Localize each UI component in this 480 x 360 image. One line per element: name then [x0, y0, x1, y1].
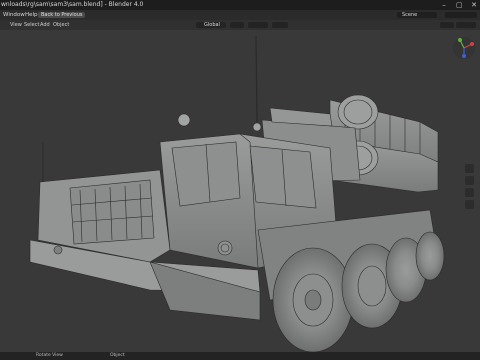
status-bar: Rotate View Object	[0, 352, 480, 360]
viewport-nav-buttons	[465, 164, 474, 209]
pivot-dropdown[interactable]	[230, 22, 244, 28]
camera-icon[interactable]	[465, 188, 474, 197]
close-button[interactable]: ✕	[471, 0, 477, 10]
scene-field: Scene	[402, 12, 418, 18]
viewport-gizmo-toggle[interactable]	[440, 22, 454, 28]
maximize-button[interactable]: ▢	[456, 0, 463, 10]
menu-add[interactable]: Add	[40, 20, 50, 30]
status-rotate-view: Rotate View	[36, 353, 63, 358]
view-layer-selector[interactable]	[445, 12, 477, 18]
menu-bar: Window Help Back to Previous Scene	[0, 10, 480, 20]
back-to-previous-button[interactable]: Back to Previous	[38, 12, 86, 18]
menu-object[interactable]: Object	[53, 20, 69, 30]
menu-window[interactable]: Window	[3, 10, 25, 20]
shading-mode-buttons[interactable]	[456, 22, 476, 28]
title-bar: wnloads\rg\sam\sam3\sam.blend] - Blender…	[0, 0, 480, 10]
pan-icon[interactable]	[465, 176, 474, 185]
scene-selector[interactable]: Scene	[397, 12, 437, 18]
menu-help[interactable]: Help	[25, 10, 38, 20]
menu-select[interactable]: Select	[24, 20, 39, 30]
status-object: Object	[110, 353, 125, 358]
snap-toggle[interactable]	[248, 22, 268, 28]
window-title: wnloads\rg\sam\sam3\sam.blend] - Blender…	[1, 1, 144, 8]
orientation-dropdown[interactable]: Global	[196, 22, 226, 28]
minimize-button[interactable]: –	[441, 0, 447, 10]
3d-viewport[interactable]	[0, 30, 480, 352]
truck-model	[29, 35, 445, 352]
orientation-label: Global	[204, 22, 220, 28]
menu-view[interactable]: View	[10, 20, 22, 30]
window-controls: – ▢ ✕	[441, 0, 477, 10]
navigation-gizmo[interactable]	[452, 36, 476, 60]
ortho-toggle-icon[interactable]	[465, 200, 474, 209]
zoom-icon[interactable]	[465, 164, 474, 173]
proportional-edit-toggle[interactable]	[272, 22, 288, 28]
viewport-header: View Select Add Object Global	[0, 20, 480, 30]
